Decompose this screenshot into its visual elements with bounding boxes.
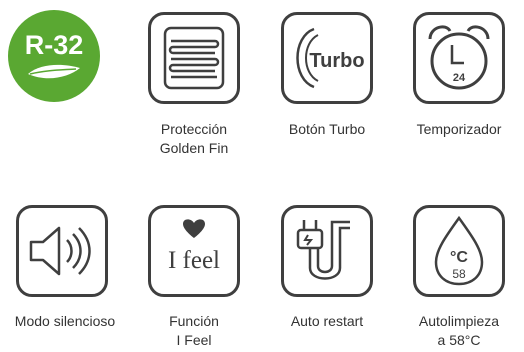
turbo-tile: Turbo bbox=[281, 12, 373, 104]
heart-icon: I feel bbox=[168, 219, 220, 274]
speaker-icon bbox=[29, 226, 91, 276]
water-drop-icon: °C 58 bbox=[434, 215, 484, 286]
timer-tile: 24 bbox=[413, 12, 505, 104]
auto-restart-tile bbox=[281, 205, 373, 297]
drop-icon-text-unit: °C bbox=[450, 249, 468, 266]
caption-line: Función bbox=[169, 313, 219, 329]
caption-line: Protección bbox=[160, 121, 228, 137]
clock-icon-text: 24 bbox=[453, 72, 466, 84]
caption-auto-restart: Auto restart bbox=[262, 312, 392, 331]
badge-text: R-32 bbox=[25, 30, 84, 60]
caption-line: Modo silencioso bbox=[14, 313, 116, 329]
caption-i-feel: Función I Feel bbox=[129, 312, 259, 350]
plug-icon bbox=[296, 220, 350, 280]
caption-silent-mode: Modo silencioso bbox=[0, 312, 130, 331]
leaf-icon: R-32 bbox=[8, 10, 100, 102]
self-clean-tile: °C 58 bbox=[413, 205, 505, 297]
caption-line: I Feel bbox=[176, 332, 212, 348]
golden-fin-tile bbox=[148, 12, 240, 104]
caption-self-clean: Autolimpieza a 58°C bbox=[394, 312, 524, 350]
caption-line: a 58°C bbox=[437, 332, 481, 348]
caption-golden-fin: Protección Golden Fin bbox=[129, 120, 259, 158]
silent-mode-tile bbox=[16, 205, 108, 297]
caption-line: Autolimpieza bbox=[418, 313, 500, 329]
caption-turbo: Botón Turbo bbox=[262, 120, 392, 139]
caption-line: Golden Fin bbox=[159, 140, 229, 156]
r32-refrigerant-badge: R-32 bbox=[6, 8, 102, 104]
caption-line: Botón Turbo bbox=[288, 121, 366, 137]
turbo-icon: Turbo bbox=[296, 27, 365, 89]
golden-fin-icon bbox=[163, 26, 225, 90]
alarm-clock-icon: 24 bbox=[428, 25, 490, 90]
drop-icon-text-value: 58 bbox=[452, 267, 466, 281]
i-feel-icon-text: I feel bbox=[168, 247, 220, 274]
i-feel-tile: I feel bbox=[148, 205, 240, 297]
caption-line: Temporizador bbox=[416, 121, 502, 137]
caption-timer: Temporizador bbox=[394, 120, 524, 139]
turbo-icon-text: Turbo bbox=[309, 50, 364, 72]
caption-line: Auto restart bbox=[290, 313, 364, 329]
